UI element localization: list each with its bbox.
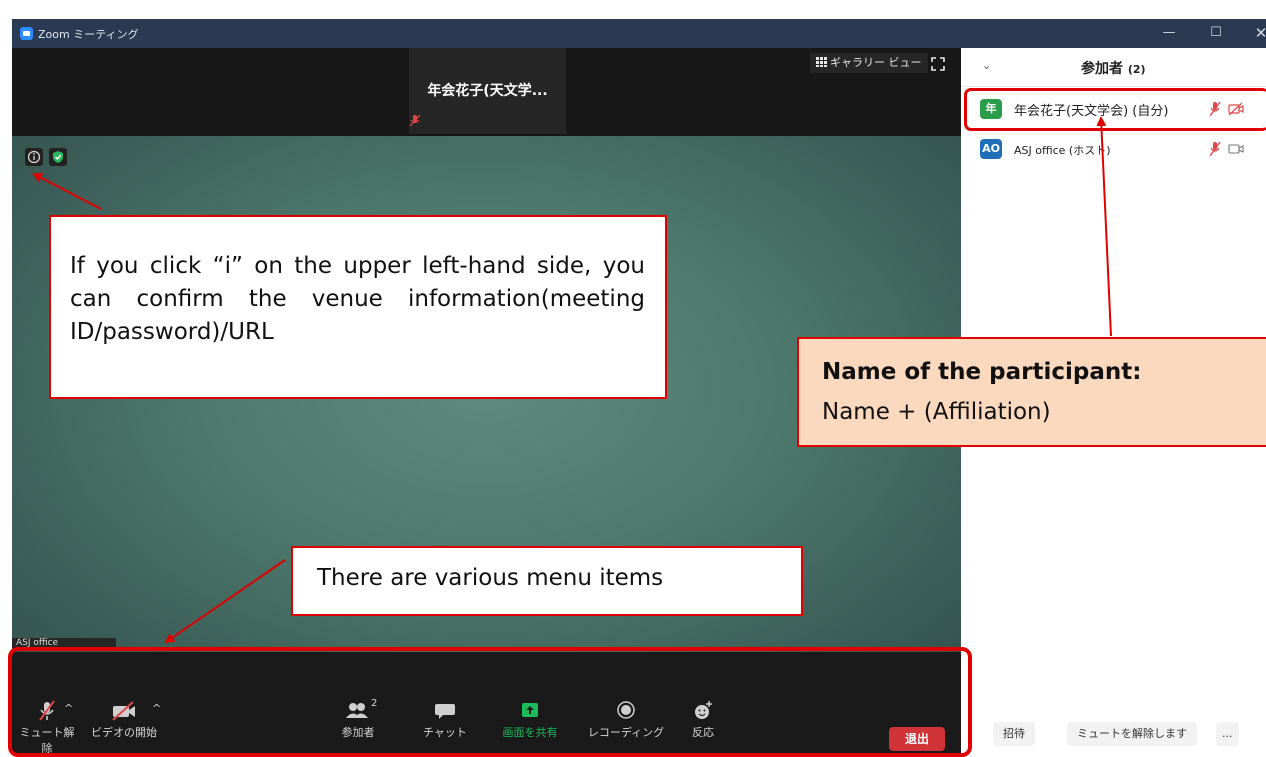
arrow-to-toolbar [164, 559, 286, 644]
annotation-arrows [32, 116, 1112, 644]
arrow-to-participant-name [1096, 116, 1112, 337]
arrow-to-info-icon [32, 173, 102, 210]
